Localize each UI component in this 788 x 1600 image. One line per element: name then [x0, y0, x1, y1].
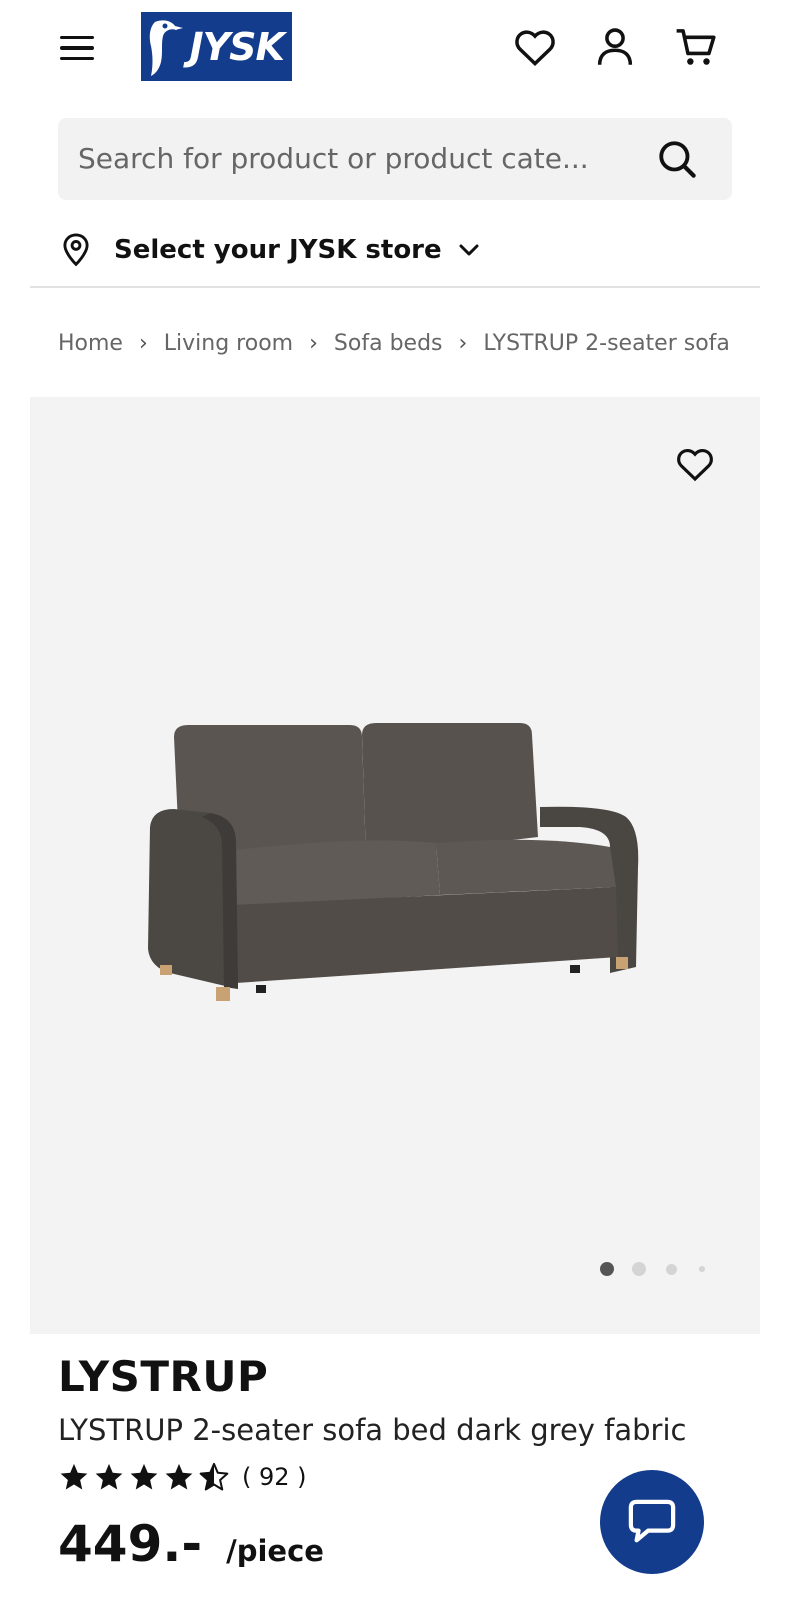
divider [30, 286, 760, 288]
product-name: LYSTRUP 2-seater sofa bed dark grey fabr… [58, 1413, 687, 1447]
menu-icon[interactable] [60, 28, 100, 68]
breadcrumb-separator: › [309, 330, 318, 356]
jysk-bird-icon [149, 20, 183, 77]
chevron-down-icon [459, 244, 479, 256]
star-full-icon [95, 1463, 123, 1490]
logo-text: JYSK [189, 24, 285, 69]
product-brand: LYSTRUP [58, 1352, 269, 1401]
wishlist-heart-icon[interactable] [512, 24, 558, 70]
review-count[interactable]: ( 92 ) [242, 1463, 307, 1491]
breadcrumb-separator: › [458, 330, 468, 356]
store-selector[interactable]: Select your JYSK store [60, 228, 480, 272]
breadcrumb-living-room[interactable]: Living room [164, 331, 293, 356]
breadcrumb-sofa-beds[interactable]: Sofa beds [334, 331, 443, 356]
breadcrumb-separator: › [138, 330, 148, 356]
rating-stars [58, 1462, 230, 1492]
location-pin-icon [63, 233, 89, 267]
gallery-dot-active[interactable] [600, 1262, 614, 1276]
header: JYSK [0, 0, 788, 100]
cart-icon[interactable] [673, 24, 719, 70]
star-full-icon [60, 1463, 88, 1490]
search-input[interactable]: Search for product or product cate... [78, 142, 589, 175]
search-icon[interactable] [656, 138, 698, 180]
product-rating[interactable]: ( 92 ) [58, 1462, 307, 1492]
product-image-gallery[interactable] [30, 397, 760, 1334]
gallery-dot[interactable] [632, 1262, 646, 1276]
product-image-sofa [148, 723, 639, 1001]
breadcrumb: Home › Living room › Sofa beds › LYSTRUP… [58, 326, 732, 360]
gallery-dot[interactable] [666, 1263, 677, 1275]
price-unit: /piece [226, 1534, 324, 1568]
breadcrumb-home[interactable]: Home [58, 331, 123, 356]
chat-bubble-icon [628, 1499, 676, 1543]
product-price: 449.- /piece [58, 1515, 324, 1573]
chat-button[interactable] [600, 1470, 704, 1574]
gallery-pagination [600, 1262, 705, 1276]
gallery-dot[interactable] [699, 1266, 705, 1272]
jysk-logo[interactable]: JYSK [141, 12, 292, 81]
user-icon[interactable] [592, 24, 638, 70]
star-full-icon [165, 1463, 193, 1490]
add-to-wishlist-heart-icon[interactable] [676, 445, 714, 483]
star-half-icon [199, 1462, 229, 1491]
price-value: 449.- [58, 1515, 203, 1573]
star-full-icon [130, 1463, 158, 1490]
breadcrumb-current: LYSTRUP 2-seater sofa be [483, 330, 732, 356]
search-bar[interactable]: Search for product or product cate... [58, 118, 732, 200]
store-label: Select your JYSK store [114, 235, 442, 265]
